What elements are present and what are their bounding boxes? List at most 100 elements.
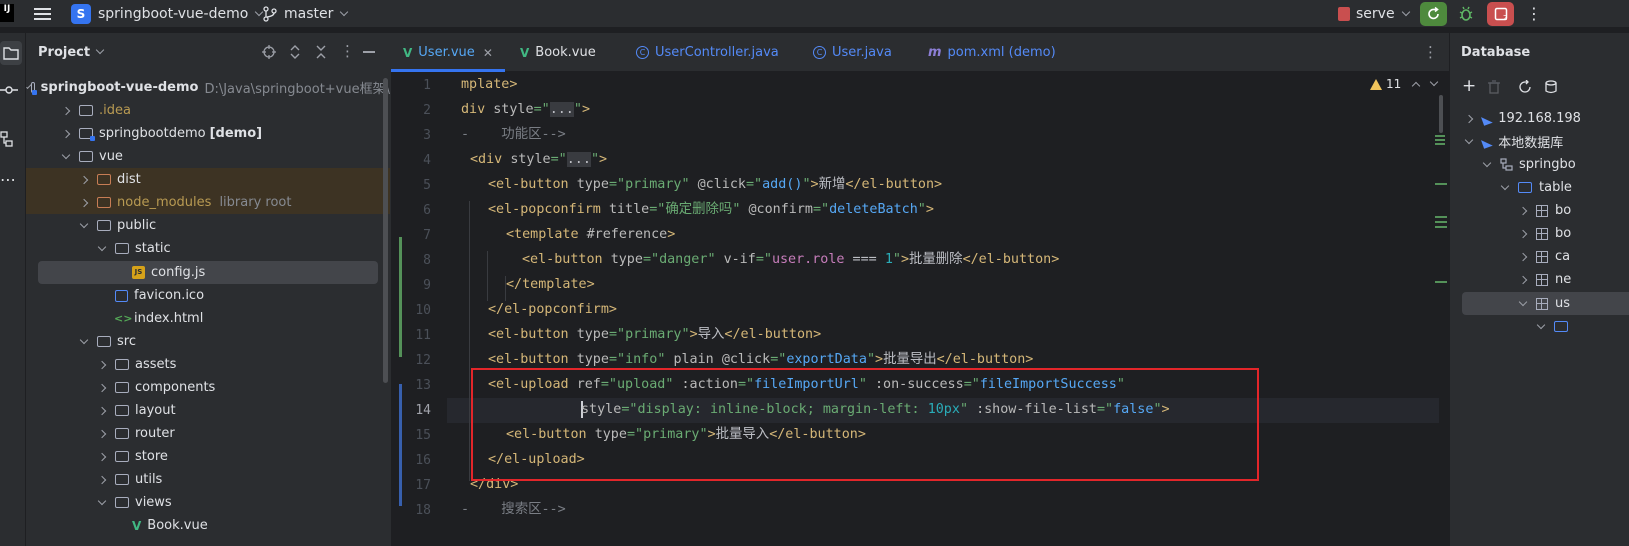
tab-usercontroller-java[interactable]: C UserController.java — [624, 33, 791, 72]
editor-scrollbar[interactable] — [1439, 95, 1443, 133]
title-bar: IJ S springboot-vue-demo master serve 2 … — [0, 0, 1629, 27]
main-menu-button[interactable] — [34, 0, 51, 27]
tree-item-assets[interactable]: assets — [26, 353, 390, 376]
tree-item-book-vue[interactable]: V Book.vue — [26, 514, 390, 537]
commit-tool-button[interactable] — [0, 81, 20, 101]
code-line-9[interactable]: </template> — [506, 272, 595, 297]
database-settings-icon[interactable] — [1544, 80, 1558, 94]
vcs-modified-marker[interactable] — [399, 384, 402, 506]
chevron-down-icon[interactable] — [95, 45, 105, 55]
tree-item-springbootdemo[interactable]: springbootdemo [demo] — [26, 122, 390, 145]
panel-title[interactable]: Project — [38, 45, 90, 60]
folder-icon — [115, 497, 129, 508]
tree-item-utils[interactable]: utils — [26, 468, 390, 491]
html-file-icon: <> — [114, 312, 133, 325]
hide-panel-icon[interactable] — [363, 51, 375, 53]
expanded-arrow-icon — [1464, 135, 1474, 144]
tree-item-springboot-vue-demo[interactable]: springboot-vue-demo D:\Java\springboot+v… — [26, 76, 390, 99]
db-tree-item-table-selected[interactable]: us — [1462, 292, 1629, 315]
options-kebab-icon[interactable]: ⋮ — [340, 42, 355, 60]
next-highlight-icon[interactable] — [1430, 77, 1439, 87]
tree-item-layout[interactable]: layout — [26, 399, 390, 422]
project-scrollbar[interactable] — [383, 78, 388, 383]
db-tree-item-tables-folder[interactable]: table — [1450, 176, 1629, 199]
collapse-all-icon[interactable] — [315, 45, 327, 59]
tree-item-idea[interactable]: .idea — [26, 99, 390, 122]
db-tree-item-table[interactable]: ne — [1450, 268, 1629, 291]
locate-icon[interactable] — [262, 45, 276, 59]
code-line-3[interactable]: - 功能区--> — [461, 122, 566, 147]
tree-item-views[interactable]: views — [26, 491, 390, 514]
tab-book-vue[interactable]: V Book.vue — [508, 33, 608, 72]
javascript-file-icon: JS — [132, 266, 145, 279]
left-tool-stripe: ⋯ — [0, 33, 26, 546]
db-tree-item-local[interactable]: ◣ 本地数据库 — [1450, 130, 1629, 153]
more-tools-button[interactable]: ⋯ — [0, 170, 20, 190]
structure-tool-button[interactable] — [0, 130, 20, 150]
project-tool-button[interactable] — [0, 41, 22, 65]
line-number: 18 — [415, 503, 431, 518]
more-actions-button[interactable]: ⋮ — [1526, 0, 1542, 27]
tree-item-favicon[interactable]: favicon.ico — [26, 284, 390, 307]
current-line-number: 14 — [415, 403, 431, 418]
delete-icon[interactable] — [1487, 80, 1501, 94]
branch-switcher[interactable]: master — [262, 0, 349, 27]
code-line-8[interactable]: <el-button type="danger" v-if="user.role… — [522, 247, 1059, 272]
expand-all-icon[interactable] — [289, 45, 301, 59]
more-horizontal-icon: ⋯ — [0, 170, 16, 189]
db-tree-item-columns[interactable] — [1450, 315, 1629, 338]
code-line-1[interactable]: mplate> — [461, 72, 517, 97]
tab-user-vue[interactable]: V User.vue ✕ — [391, 33, 505, 72]
code-line-10[interactable]: </el-popconfirm> — [488, 297, 617, 322]
inspection-widget[interactable]: 11 — [1370, 77, 1439, 91]
warning-count: 11 — [1386, 77, 1402, 91]
db-tree-item-schema[interactable]: springbo — [1450, 153, 1629, 176]
folder-icon — [115, 243, 129, 254]
collapsed-arrow-icon — [97, 452, 107, 461]
tab-pom-xml[interactable]: m pom.xml (demo) — [916, 33, 1068, 72]
tree-item-node-modules[interactable]: node_modules library root — [26, 191, 390, 214]
stop-button[interactable]: 2 — [1487, 0, 1514, 27]
debug-button[interactable] — [1457, 0, 1475, 27]
tree-item-static[interactable]: static — [26, 237, 390, 260]
refresh-icon[interactable] — [1518, 80, 1532, 94]
tabs-more-kebab-icon[interactable]: ⋮ — [1423, 43, 1438, 61]
intellij-logo-icon[interactable]: IJ — [0, 4, 14, 22]
code-line-18[interactable]: - 搜索区--> — [461, 497, 566, 522]
project-switcher[interactable]: S springboot-vue-demo — [71, 0, 264, 27]
error-stripe[interactable] — [1435, 133, 1447, 163]
tree-item-src[interactable]: src — [26, 330, 390, 353]
table-icon — [1536, 273, 1548, 286]
tree-item-store[interactable]: store — [26, 445, 390, 468]
code-line-6[interactable]: <el-popconfirm title="确定删除吗" @confirm="d… — [488, 197, 934, 222]
code-line-5[interactable]: <el-button type="primary" @click="add()"… — [488, 172, 942, 197]
db-tree-item-table[interactable]: bo — [1450, 222, 1629, 245]
stop-icon: 2 — [1487, 1, 1514, 26]
vcs-added-marker[interactable] — [399, 237, 402, 357]
run-button[interactable] — [1420, 0, 1447, 27]
tree-item-components[interactable]: components — [26, 376, 390, 399]
tree-item-router[interactable]: router — [26, 422, 390, 445]
tree-item-index-html[interactable]: <> index.html — [26, 307, 390, 330]
tree-item-public[interactable]: public — [26, 214, 390, 237]
add-icon[interactable]: + — [1462, 76, 1476, 96]
tree-item-config-js[interactable]: JS config.js — [38, 261, 378, 284]
tree-item-vue[interactable]: vue — [26, 145, 390, 168]
db-tree-item-remote[interactable]: ◣ 192.168.198 — [1450, 107, 1629, 130]
db-tree-item-table[interactable]: ca — [1450, 245, 1629, 268]
run-config-selector[interactable]: serve — [1338, 0, 1410, 27]
collapsed-arrow-icon — [97, 360, 107, 369]
code-line-4[interactable]: <div style="..."> — [470, 147, 607, 172]
close-icon[interactable]: ✕ — [483, 46, 493, 60]
tree-item-dist[interactable]: dist — [26, 168, 390, 191]
collapsed-arrow-icon — [97, 406, 107, 415]
tab-user-java[interactable]: C User.java — [801, 33, 904, 72]
code-line-7[interactable]: <template #reference> — [506, 222, 675, 247]
line-number: 2 — [423, 103, 431, 118]
code-line-2[interactable]: div style="..."> — [461, 97, 590, 122]
table-icon — [1536, 227, 1548, 240]
previous-highlight-icon[interactable] — [1412, 81, 1421, 91]
excluded-folder-icon — [97, 197, 111, 208]
code-line-11[interactable]: <el-button type="primary">导入</el-button> — [488, 322, 821, 347]
db-tree-item-table[interactable]: bo — [1450, 199, 1629, 222]
